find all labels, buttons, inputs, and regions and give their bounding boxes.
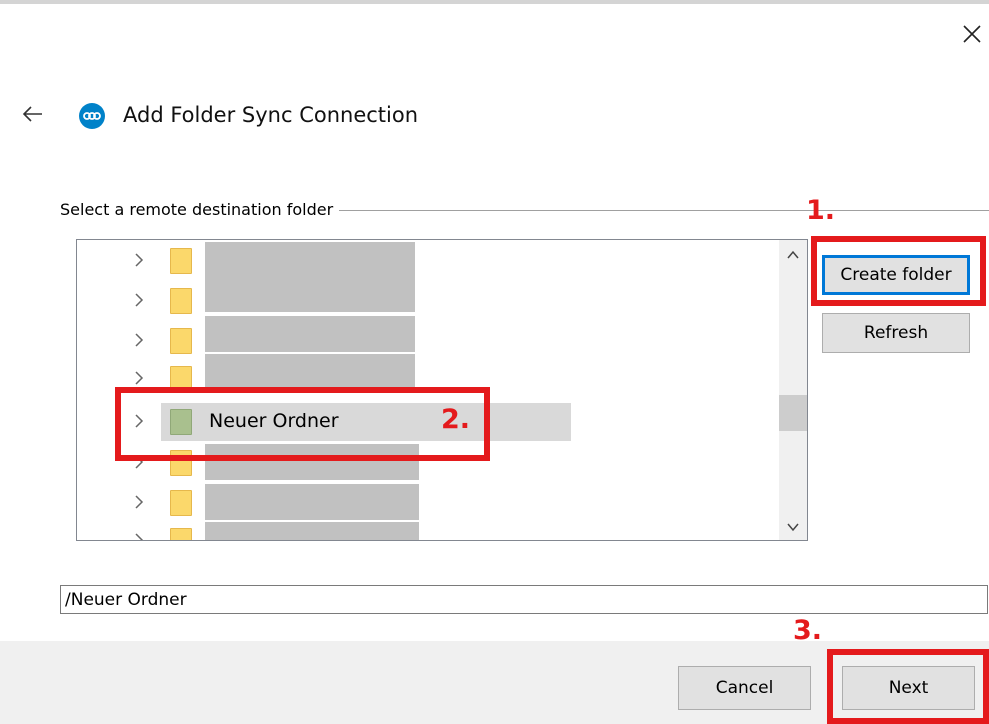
tree-row[interactable] <box>77 316 777 358</box>
redacted-folder-name <box>205 522 419 540</box>
chevron-right-icon[interactable] <box>133 494 145 510</box>
folder-icon <box>170 288 192 314</box>
redacted-folder-name <box>205 444 419 480</box>
folder-icon <box>170 450 192 476</box>
redacted-folder-name <box>205 276 415 312</box>
scroll-down-arrow-icon[interactable] <box>787 522 799 532</box>
chevron-right-icon[interactable] <box>133 332 145 348</box>
folder-label: Neuer Ordner <box>209 410 339 432</box>
tree-row[interactable] <box>77 276 777 318</box>
chevron-right-icon[interactable] <box>133 370 145 386</box>
folder-icon <box>170 328 192 354</box>
create-folder-button[interactable]: Create folder <box>822 255 970 295</box>
chevron-right-icon[interactable] <box>133 292 145 308</box>
redacted-folder-name <box>205 354 415 390</box>
annotation-step3: 3. <box>793 615 823 646</box>
folder-icon <box>170 490 192 516</box>
tree-row-neuer-ordner[interactable]: Neuer Ordner <box>77 403 777 441</box>
vertical-scrollbar[interactable] <box>779 240 807 540</box>
folder-icon <box>170 528 192 540</box>
nextcloud-logo-icon <box>79 103 105 129</box>
tree-row[interactable] <box>77 242 777 278</box>
close-icon[interactable] <box>960 22 984 46</box>
refresh-button[interactable]: Refresh <box>822 313 970 353</box>
dialog-title: Add Folder Sync Connection <box>123 103 419 127</box>
folder-icon <box>170 366 192 392</box>
cancel-button[interactable]: Cancel <box>678 666 811 710</box>
chevron-right-icon[interactable] <box>133 454 145 470</box>
tree-row[interactable] <box>77 484 777 520</box>
tree-row[interactable] <box>77 444 777 480</box>
redacted-folder-name <box>205 484 419 520</box>
scroll-thumb[interactable] <box>779 395 807 431</box>
next-button[interactable]: Next <box>842 666 975 710</box>
folder-icon <box>170 409 192 435</box>
chevron-right-icon[interactable] <box>133 252 145 268</box>
chevron-right-icon[interactable] <box>133 532 145 541</box>
chevron-right-icon[interactable] <box>133 413 145 429</box>
redacted-folder-name <box>205 242 415 278</box>
window-top-border <box>0 0 989 4</box>
redacted-folder-name <box>205 316 415 352</box>
remote-folder-tree[interactable]: Neuer Ordner <box>76 239 808 541</box>
folder-icon <box>170 248 192 274</box>
annotation-step1: 1. <box>806 195 836 226</box>
dialog-footer <box>0 641 989 724</box>
folder-group-label: Select a remote destination folder <box>60 200 340 219</box>
tree-row[interactable] <box>77 522 777 541</box>
scroll-up-arrow-icon[interactable] <box>787 250 799 260</box>
annotation-step2: 2. <box>441 404 471 435</box>
remote-path-input[interactable] <box>60 585 988 614</box>
tree-row[interactable] <box>77 354 777 396</box>
back-arrow-icon[interactable] <box>22 104 44 124</box>
